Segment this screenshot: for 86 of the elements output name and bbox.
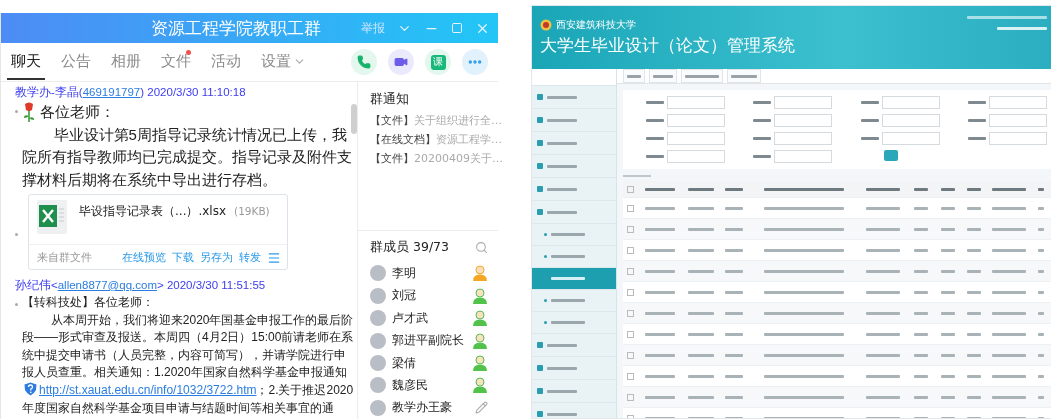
input-field[interactable] [774,132,832,145]
video-call-button[interactable] [388,49,414,75]
video-camera-icon [394,55,408,69]
tab[interactable]: 公告 [57,44,95,80]
member-name[interactable]: 教学办王豪 [392,399,452,417]
message-greeting: 各位老师： [40,102,115,122]
input-field[interactable] [989,132,1047,145]
message-greeting: 【转科技处】各位老师： [22,294,154,311]
input-field[interactable] [989,114,1047,127]
tab[interactable]: 相册 [107,44,145,80]
member-name[interactable]: 李明 [392,264,416,282]
tab[interactable]: 活动 [207,44,245,80]
input-field[interactable] [881,132,940,145]
search-icon[interactable] [475,241,488,255]
phone-icon [357,55,371,69]
avatar[interactable] [370,287,386,304]
scrollbar-thumb[interactable] [351,104,357,134]
tab[interactable]: 聊天 [7,44,45,80]
input-field[interactable] [774,150,832,163]
file-name: 毕设指导记录表（...）.xlsx [79,204,227,218]
file-action-link[interactable]: 下载 [172,250,194,265]
file-card[interactable]: 毕设指导记录表（...）.xlsx (19KB) 来自群文件 在线预览 下载 另存为 转发 [28,194,288,270]
input-field[interactable] [881,96,940,109]
maximize-icon[interactable] [451,22,463,34]
input-field[interactable] [774,114,832,127]
menu-icon[interactable] [267,250,281,265]
owner-icon [472,265,488,282]
admin-icon [472,287,488,304]
input-field[interactable] [666,150,725,163]
more-button[interactable] [462,49,488,75]
shield-question-icon [24,381,37,396]
input-field[interactable] [666,96,725,109]
member-name[interactable]: 郭进平副院长 [392,332,464,350]
tab[interactable]: 文件 [157,44,195,80]
bullet-dot [15,303,18,306]
avatar[interactable] [370,355,386,371]
admin-icon [472,332,488,349]
illegible-text [997,27,1047,30]
avatar[interactable] [370,399,386,416]
member-name[interactable]: 卢才武 [392,309,428,327]
page-tab[interactable] [727,69,761,83]
bullet-dot [15,233,18,236]
file-action-link[interactable]: 另存为 [200,250,233,265]
input-field[interactable] [666,132,725,145]
file-action-link[interactable]: 在线预览 [122,250,166,265]
page-tab[interactable] [649,69,677,83]
emblem-icon [540,19,552,31]
file-size: (19KB) [234,205,270,217]
members-heading: 群成员 39/73 [370,239,449,257]
input-field[interactable] [989,96,1047,109]
sidebar-item[interactable] [532,268,616,290]
spreadsheet-file-icon [37,200,67,234]
system-title: 大学生毕业设计（论文）管理系统 [540,34,796,57]
avatar[interactable] [370,377,386,394]
admin-icon [472,377,488,394]
page-tab[interactable] [681,69,723,83]
admin-icon [472,310,488,327]
file-source: 来自群文件 [37,250,92,265]
message-text: 从本周开始，我们将迎来2020年国基金申报工作的最后阶段——形式审查及报送。本周四（4月2日）15:00前请老师在系统中提交申请书（人员完整，内容可简写），并请学院进行申报人员查重。相关通知：1.2020年国家自然科学基金申报通知 http://st.xauat.edu.cn/info/1032/3722.htm；2.关于推迟2020年度国家自然科学基金项目申请与结题时间等相关事宜的通 [22,311,355,417]
input-field[interactable] [774,96,832,109]
member-name[interactable]: 魏彦民 [392,376,428,394]
message-sender: 教学办-李晶(469191797) 2020/3/30 11:10:18 [15,85,247,100]
bullet-dot [15,110,18,113]
contact-link[interactable]: 469191797 [82,86,141,98]
admin-icon [472,355,488,371]
file-action-link[interactable]: 转发 [239,250,261,265]
phone-call-button[interactable] [351,49,377,75]
member-name[interactable]: 刘冠 [392,287,416,305]
contact-link[interactable]: allen8877@qq.com [57,279,157,291]
avatar[interactable] [370,310,386,327]
notice-heading: 群通知 [370,91,410,108]
classroom-button[interactable]: 课 [425,49,451,75]
input-field[interactable] [881,114,940,127]
page-tab[interactable] [623,69,645,83]
query-button[interactable] [883,150,898,161]
message-text: 毕业设计第5周指导记录统计情况已上传，我院所有指导教师均已完成提交。指导记录及附件支撑材料后期将在系统中导出进行存档。 [22,124,353,190]
message-sender: 孙纪伟<allen8877@qq.com> 2020/3/30 11:51:55 [15,278,267,293]
link[interactable]: http://st.xauat.edu.cn/info/1032/3722.htm [39,382,257,397]
window-title: 资源工程学院教职工群 [150,16,322,40]
tab[interactable]: 设置 [257,44,310,80]
avatar[interactable] [370,265,386,282]
school-name: 西安建筑科技大学 [556,18,636,32]
pencil-icon[interactable] [475,401,488,415]
member-name[interactable]: 梁倩 [392,354,416,372]
input-field[interactable] [666,114,725,127]
avatar[interactable] [370,332,386,349]
